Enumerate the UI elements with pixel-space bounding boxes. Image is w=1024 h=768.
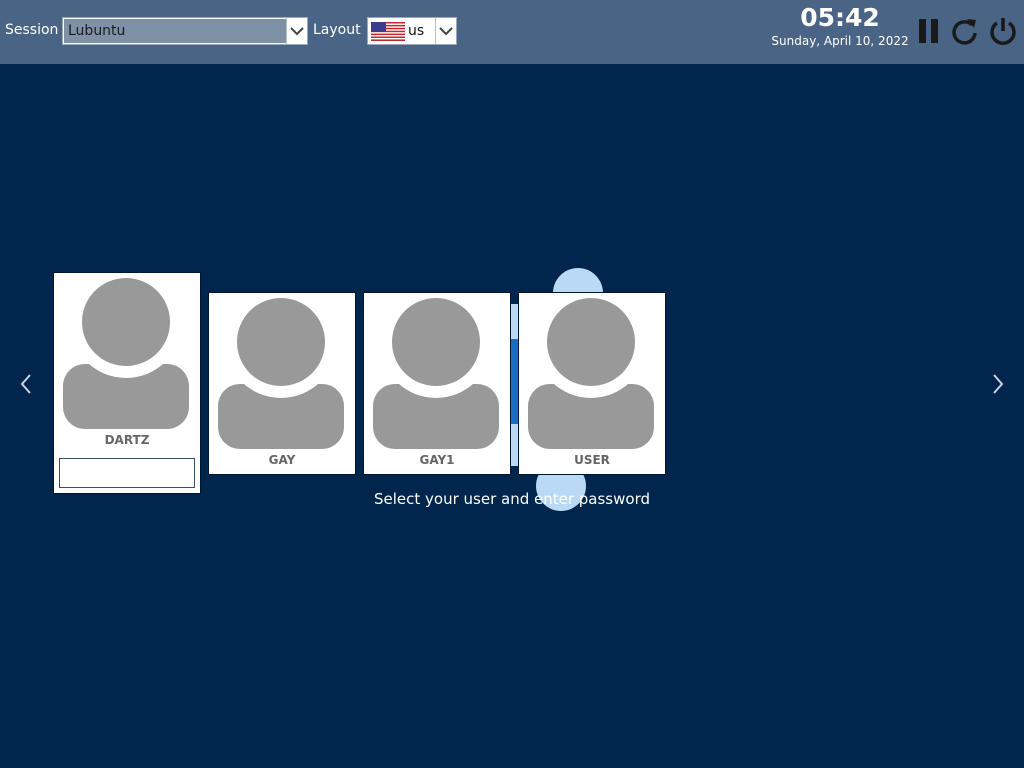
date: Sunday, April 10, 2022 xyxy=(771,34,909,48)
user-name: DARTZ xyxy=(104,433,150,447)
user-name: GAY1 xyxy=(419,453,455,467)
user-name: USER xyxy=(574,453,610,467)
login-hint: Select your user and enter password xyxy=(373,490,650,508)
suspend-icon[interactable] xyxy=(917,16,941,46)
user-avatar-icon xyxy=(63,277,189,429)
session-value: Lubuntu xyxy=(64,19,288,43)
session-select[interactable]: Lubuntu xyxy=(62,17,308,45)
restart-icon[interactable] xyxy=(950,16,980,46)
top-bar: Session Lubuntu Layout us 05:42 Sunday, … xyxy=(0,0,1024,64)
layout-value: us xyxy=(408,23,425,39)
shutdown-icon[interactable] xyxy=(988,16,1018,46)
user-card-gay1[interactable]: GAY1 xyxy=(364,293,510,474)
clock: 05:42 xyxy=(800,3,880,32)
us-flag-icon xyxy=(371,22,405,41)
user-selection-area: DARTZ GAY GAY1 USER xyxy=(0,64,1024,768)
chevron-down-icon[interactable] xyxy=(435,18,456,44)
user-card-dartz[interactable]: DARTZ xyxy=(54,273,200,493)
chevron-left-icon[interactable] xyxy=(18,373,36,395)
user-avatar-icon xyxy=(373,297,499,449)
layout-label: Layout xyxy=(313,22,361,38)
user-card-gay[interactable]: GAY xyxy=(209,293,355,474)
chevron-down-icon[interactable] xyxy=(286,18,307,44)
layout-select[interactable]: us xyxy=(367,17,457,45)
chevron-right-icon[interactable] xyxy=(988,373,1006,395)
user-name: GAY xyxy=(268,453,296,467)
user-avatar-icon xyxy=(528,297,654,449)
user-card-user[interactable]: USER xyxy=(519,293,665,474)
password-input[interactable] xyxy=(59,458,195,488)
session-label: Session xyxy=(5,22,59,38)
user-avatar-icon xyxy=(218,297,344,449)
